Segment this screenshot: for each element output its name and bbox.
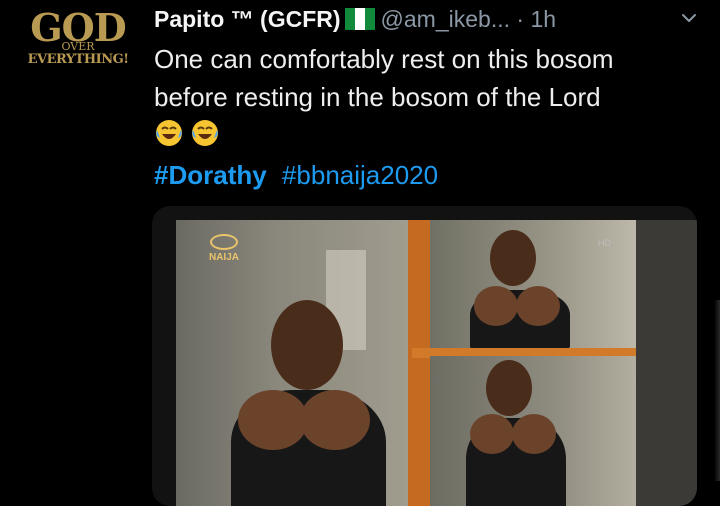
bbnaija-logo: NAIJA [204, 234, 244, 264]
emoji-row [154, 116, 714, 154]
hashtag-bbnaija2020[interactable]: #bbnaija2020 [282, 160, 438, 190]
video-pane-bottom-right [430, 356, 636, 506]
user-handle[interactable]: @am_ikeb... [381, 6, 510, 32]
tweet-header: Papito ™ (GCFR) @am_ikeb... · 1h [154, 4, 714, 34]
chevron-down-icon[interactable] [680, 9, 698, 27]
channel-badge: HD [598, 238, 611, 248]
face-with-tears-of-joy-icon [192, 120, 218, 146]
orange-divider [408, 220, 432, 506]
tv-screen: NAIJA HD [176, 220, 697, 506]
tweet-media-image[interactable]: NAIJA HD [152, 206, 697, 506]
separator-dot: · [516, 6, 525, 32]
tweet-text: One can comfortably rest on this bosom b… [154, 40, 714, 154]
face-with-tears-of-joy-icon [156, 120, 182, 146]
tweet-text-line-2: before resting in the bosom of the Lord [154, 82, 601, 112]
avatar[interactable]: GOD OVER EVERYTHING! [22, 2, 134, 94]
display-name[interactable]: Papito ™ (GCFR) [154, 6, 341, 32]
scrollbar[interactable] [714, 300, 720, 481]
timestamp[interactable]: 1h [530, 6, 556, 32]
logo-text: NAIJA [208, 252, 239, 263]
nigeria-flag-icon [344, 8, 375, 30]
hashtag-dorathy[interactable]: #Dorathy [154, 160, 267, 190]
hashtags: #Dorathy #bbnaija2020 [154, 156, 446, 194]
avatar-text-everything: EVERYTHING! [27, 52, 129, 67]
tweet-text-line-1: One can comfortably rest on this bosom [154, 44, 614, 74]
